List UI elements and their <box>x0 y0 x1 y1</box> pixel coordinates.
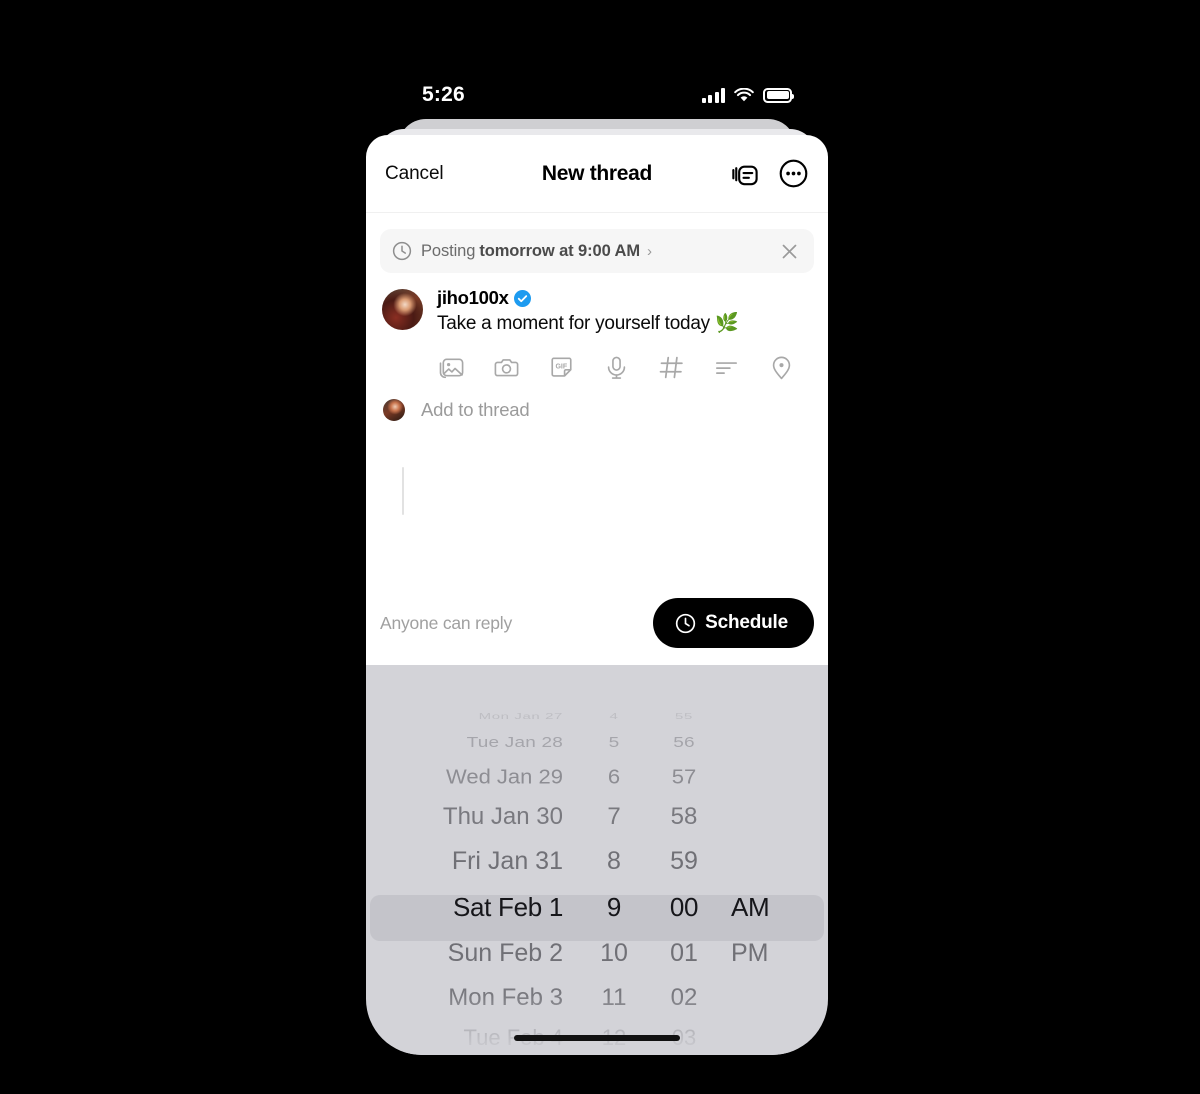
post-composer: jiho100x Take a moment for yourself toda… <box>366 273 828 381</box>
sheet-header: Cancel New thread <box>366 135 828 213</box>
home-indicator[interactable] <box>514 1035 680 1041</box>
cellular-bars-icon <box>701 87 725 103</box>
reply-permission-label[interactable]: Anyone can reply <box>380 613 512 634</box>
picker-option[interactable]: AM <box>721 884 791 930</box>
picker-option[interactable] <box>721 838 791 884</box>
picker-option[interactable] <box>721 759 791 793</box>
hashtag-icon[interactable] <box>658 354 685 381</box>
header-actions <box>729 158 809 189</box>
picker-option[interactable]: 11 <box>581 976 647 1019</box>
clock-icon <box>392 241 412 261</box>
picker-option[interactable]: 57 <box>647 759 721 793</box>
picker-option[interactable]: Fri Jan 31 <box>366 838 581 884</box>
picker-option[interactable]: Sat Feb 1 <box>366 884 581 930</box>
picker-option[interactable] <box>721 1019 791 1055</box>
picker-option[interactable] <box>721 710 791 722</box>
picker-option[interactable]: 6 <box>581 759 647 793</box>
composer-toolbar: GIF <box>437 354 814 381</box>
avatar-small <box>383 399 405 422</box>
schedule-banner[interactable]: Posting tomorrow at 9:00 AM › <box>380 229 814 273</box>
picker-wheel-hour[interactable]: 45678910111212 <box>581 705 647 1055</box>
stacked-threads-icon[interactable] <box>729 158 760 189</box>
picker-option[interactable]: 4 <box>581 710 647 722</box>
picker-option[interactable]: 5 <box>581 730 647 754</box>
picker-option[interactable]: 59 <box>647 838 721 884</box>
gif-icon[interactable]: GIF <box>548 354 575 381</box>
photo-icon[interactable] <box>438 354 465 381</box>
location-icon[interactable] <box>768 354 795 381</box>
clock-icon <box>675 613 696 633</box>
cancel-button[interactable]: Cancel <box>385 163 444 185</box>
picker-option[interactable]: 8 <box>581 838 647 884</box>
status-bar-time: 5:26 <box>422 83 465 106</box>
chevron-right-icon: › <box>647 242 652 260</box>
post-text[interactable]: Take a moment for yourself today 🌿 <box>437 312 814 336</box>
picker-option[interactable] <box>721 976 791 1019</box>
datetime-picker[interactable]: Mon Jan 27 Tue Jan 28 Wed Jan 29 Thu Jan 30… <box>366 665 828 1055</box>
picker-wheel-ampm[interactable]: AM PM <box>721 705 791 1055</box>
post-author: jiho100x <box>437 287 814 309</box>
picker-option[interactable]: Tue Jan 28 <box>366 730 581 754</box>
status-bar: 5:26 <box>366 55 828 117</box>
verified-badge-icon <box>513 289 531 307</box>
new-thread-sheet: Cancel New thread Posting tomorrow at 9:… <box>366 135 828 665</box>
banner-prefix: Posting <box>421 241 476 260</box>
sheet-footer: Anyone can reply Schedule <box>366 581 828 665</box>
picker-option[interactable] <box>721 795 791 838</box>
more-options-icon[interactable] <box>778 158 809 189</box>
status-bar-icons <box>701 87 794 103</box>
thread-connector-line <box>402 467 404 515</box>
banner-value: tomorrow at 9:00 AM <box>479 241 641 260</box>
wifi-icon <box>734 87 754 101</box>
picker-option[interactable]: 9 <box>581 884 647 930</box>
post-body: jiho100x Take a moment for yourself toda… <box>437 287 814 381</box>
picker-option[interactable]: 02 <box>647 976 721 1019</box>
picker-option[interactable]: Mon Feb 3 <box>366 976 581 1019</box>
picker-option[interactable]: Thu Jan 30 <box>366 795 581 838</box>
close-icon[interactable] <box>779 241 800 262</box>
screenshot-stage: 5:26 Cancel New thread Posting tomorrow … <box>0 0 1200 1094</box>
picker-option[interactable]: 01 <box>647 930 721 976</box>
phone-frame: 5:26 Cancel New thread Posting tomorrow … <box>366 55 828 1055</box>
svg-text:GIF: GIF <box>555 364 567 371</box>
camera-icon[interactable] <box>493 354 520 381</box>
picker-option[interactable]: PM <box>721 930 791 976</box>
picker-option[interactable]: 55 <box>647 710 721 722</box>
picker-wheel-date[interactable]: Mon Jan 27 Tue Jan 28 Wed Jan 29 Thu Jan 30… <box>366 705 581 1055</box>
picker-option[interactable]: Mon Jan 27 <box>366 710 581 722</box>
picker-option[interactable]: 10 <box>581 930 647 976</box>
microphone-icon[interactable] <box>603 354 630 381</box>
picker-option[interactable]: 56 <box>647 730 721 754</box>
picker-option[interactable]: Wed Jan 29 <box>366 759 581 793</box>
picker-option[interactable]: 00 <box>647 884 721 930</box>
schedule-button-label: Schedule <box>705 612 788 633</box>
schedule-button[interactable]: Schedule <box>653 598 814 648</box>
picker-option[interactable]: Sun Feb 2 <box>366 930 581 976</box>
battery-icon <box>763 87 794 103</box>
picker-wheel-minute[interactable]: 5556575859000102030405 <box>647 705 721 1055</box>
picker-option[interactable]: 7 <box>581 795 647 838</box>
username: jiho100x <box>437 287 509 308</box>
picker-option[interactable]: 58 <box>647 795 721 838</box>
add-to-thread-label: Add to thread <box>421 399 530 421</box>
picker-wheels: Mon Jan 27 Tue Jan 28 Wed Jan 29 Thu Jan 30… <box>366 665 828 1055</box>
picker-option[interactable] <box>721 730 791 754</box>
add-to-thread-row[interactable]: Add to thread <box>366 381 828 422</box>
schedule-banner-text: Posting tomorrow at 9:00 AM › <box>421 242 652 261</box>
poll-icon[interactable] <box>713 354 740 381</box>
avatar[interactable] <box>382 289 423 330</box>
